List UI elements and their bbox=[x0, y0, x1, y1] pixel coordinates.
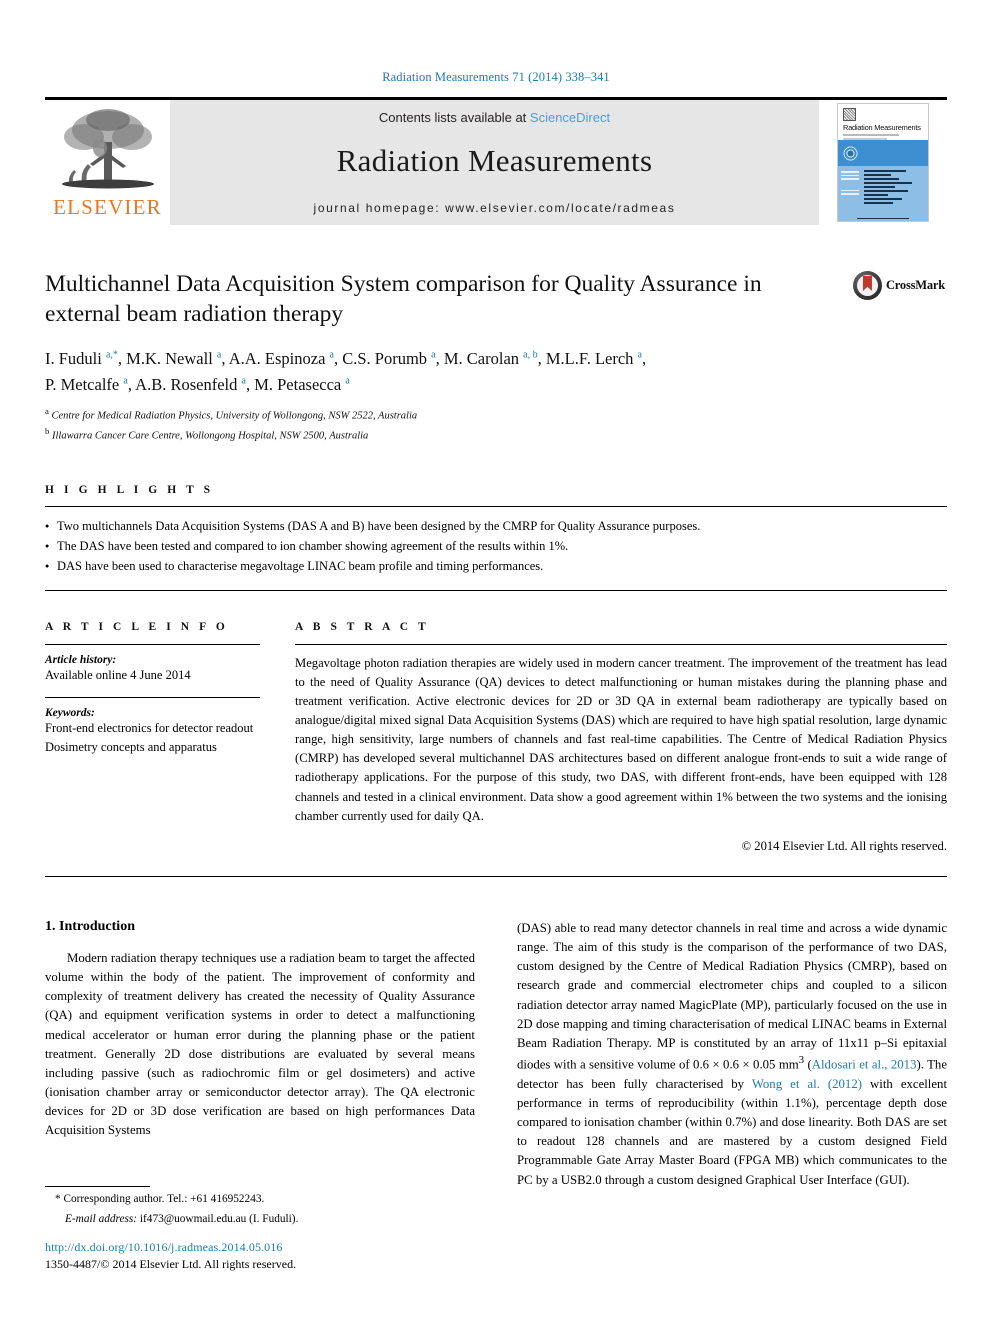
article-page: Radiation Measurements 71 (2014) 338–341 bbox=[0, 0, 992, 1323]
sciencedirect-link[interactable]: ScienceDirect bbox=[530, 110, 610, 125]
article-info-column: A R T I C L E I N F O Article history: A… bbox=[45, 621, 295, 854]
left-column: 1. Introduction Modern radiation therapy… bbox=[45, 919, 475, 1190]
cover-blue-band bbox=[838, 140, 928, 166]
keyword-item: Front-end electronics for detector reado… bbox=[45, 721, 254, 736]
abstract-column: A B S T R A C T Megavoltage photon radia… bbox=[295, 621, 947, 854]
cover-footer-bar bbox=[838, 215, 928, 221]
article-info-heading: A R T I C L E I N F O bbox=[45, 620, 229, 633]
journal-title: Radiation Measurements bbox=[336, 143, 653, 178]
intro-paragraph-right: (DAS) able to read many detector channel… bbox=[517, 919, 947, 1190]
journal-cover-thumbnail: Radiation Measurements bbox=[819, 100, 947, 225]
right-column: (DAS) able to read many detector channel… bbox=[517, 919, 947, 1190]
copyright-line: © 2014 Elsevier Ltd. All rights reserved… bbox=[741, 838, 947, 853]
highlights-section: H I G H L I G H T S Two multichannels Da… bbox=[45, 484, 947, 591]
highlights-divider-bottom bbox=[45, 589, 947, 591]
author-list: I. Fuduli a,*, M.K. Newall a, A.A. Espin… bbox=[45, 346, 947, 397]
citation-link-aldosari[interactable]: Aldosari et al., 2013 bbox=[812, 1057, 917, 1071]
affiliation-b: b Illawarra Cancer Care Centre, Wollongo… bbox=[45, 425, 369, 442]
email-label: E-mail address: bbox=[65, 1213, 138, 1226]
article-history-label: Article history: bbox=[45, 653, 117, 666]
intro-right-part-1: (DAS) able to read many detector channel… bbox=[517, 920, 947, 1072]
article-history-value: Available online 4 June 2014 bbox=[45, 667, 191, 682]
list-item: The DAS have been tested and compared to… bbox=[45, 536, 947, 557]
intro-paragraph-left: Modern radiation therapy techniques use … bbox=[45, 950, 475, 1138]
cover-publisher-mark-icon bbox=[843, 108, 856, 121]
keyword-item: Dosimetry concepts and apparatus bbox=[45, 740, 217, 755]
running-head: Radiation Measurements 71 (2014) 338–341 bbox=[382, 70, 610, 84]
abstract-heading: A B S T R A C T bbox=[295, 620, 430, 633]
intro-right-part-4: with excellent performance in terms of r… bbox=[517, 1076, 947, 1187]
footnote-divider bbox=[45, 1186, 150, 1187]
contents-prefix: Contents lists available at bbox=[378, 110, 530, 125]
list-item: Two multichannels Data Acquisition Syste… bbox=[45, 516, 947, 537]
affiliation-b-text: Illawarra Cancer Care Centre, Wollongong… bbox=[52, 430, 369, 442]
article-info-divider bbox=[45, 643, 260, 645]
journal-banner: ELSEVIER Contents lists available at Sci… bbox=[45, 97, 947, 225]
affiliation-a: a Centre for Medical Radiation Physics, … bbox=[45, 406, 418, 422]
footer-block: http://dx.doi.org/10.1016/j.radmeas.2014… bbox=[45, 1240, 495, 1272]
author-line-2: P. Metcalfe a, A.B. Rosenfeld a, M. Peta… bbox=[45, 374, 350, 394]
citation-link-wong[interactable]: Wong et al. (2012) bbox=[752, 1077, 862, 1091]
crossmark-label: CrossMark bbox=[885, 278, 946, 292]
section-heading-introduction: 1. Introduction bbox=[45, 918, 135, 934]
elsevier-wordmark: ELSEVIER bbox=[53, 195, 162, 219]
email-owner: (I. Fuduli). bbox=[249, 1213, 299, 1226]
doi-link[interactable]: http://dx.doi.org/10.1016/j.radmeas.2014… bbox=[45, 1240, 495, 1255]
corresponding-author-note: * Corresponding author. Tel.: +61 416952… bbox=[55, 1193, 265, 1205]
crossmark-icon bbox=[852, 271, 882, 300]
banner-center: Contents lists available at ScienceDirec… bbox=[170, 100, 819, 225]
abstract-divider bbox=[295, 643, 947, 645]
cover-left-column bbox=[838, 166, 862, 215]
cover-journal-title: Radiation Measurements bbox=[843, 123, 921, 132]
elsevier-logo: ELSEVIER bbox=[45, 100, 170, 225]
cover-subtitle-bar bbox=[843, 134, 899, 136]
title-block: Multichannel Data Acquisition System com… bbox=[45, 269, 947, 329]
page-title: Multichannel Data Acquisition System com… bbox=[45, 271, 762, 328]
highlights-divider-top bbox=[45, 505, 947, 507]
cover-header: Radiation Measurements bbox=[838, 104, 928, 140]
highlights-list: Two multichannels Data Acquisition Syste… bbox=[45, 516, 947, 577]
body-columns: 1. Introduction Modern radiation therapy… bbox=[45, 919, 947, 1190]
cover-contents-area bbox=[838, 166, 928, 215]
footnote-block: * Corresponding author. Tel.: +61 416952… bbox=[45, 1186, 465, 1228]
list-item: DAS have been used to characterise megav… bbox=[45, 556, 947, 577]
email-note: E-mail address: if473@uowmail.edu.au (I.… bbox=[45, 1211, 465, 1227]
keywords-label: Keywords: bbox=[45, 707, 95, 720]
crossmark-badge[interactable]: CrossMark bbox=[851, 271, 947, 300]
email-link[interactable]: if473@uowmail.edu.au bbox=[140, 1213, 246, 1225]
elsevier-tree-icon bbox=[61, 109, 154, 189]
intro-right-part-2: ( bbox=[804, 1057, 812, 1072]
cover-image: Radiation Measurements bbox=[837, 103, 929, 222]
highlights-heading: H I G H L I G H T S bbox=[45, 483, 214, 496]
atom-icon bbox=[842, 144, 859, 162]
cover-right-column bbox=[862, 166, 928, 215]
affiliation-a-text: Centre for Medical Radiation Physics, Un… bbox=[51, 410, 418, 422]
issn-copyright-line: 1350-4487/© 2014 Elsevier Ltd. All right… bbox=[45, 1257, 297, 1271]
keywords-divider bbox=[45, 697, 260, 699]
journal-homepage-link[interactable]: journal homepage: www.elsevier.com/locat… bbox=[314, 201, 676, 215]
author-line-1: I. Fuduli a,*, M.K. Newall a, A.A. Espin… bbox=[45, 349, 647, 369]
affiliations: a Centre for Medical Radiation Physics, … bbox=[45, 405, 947, 444]
contents-available-line: Contents lists available at ScienceDirec… bbox=[379, 110, 610, 125]
info-abstract-section: A R T I C L E I N F O Article history: A… bbox=[45, 621, 947, 854]
section-divider-bottom bbox=[45, 875, 947, 877]
abstract-text: Megavoltage photon radiation therapies a… bbox=[295, 655, 947, 823]
